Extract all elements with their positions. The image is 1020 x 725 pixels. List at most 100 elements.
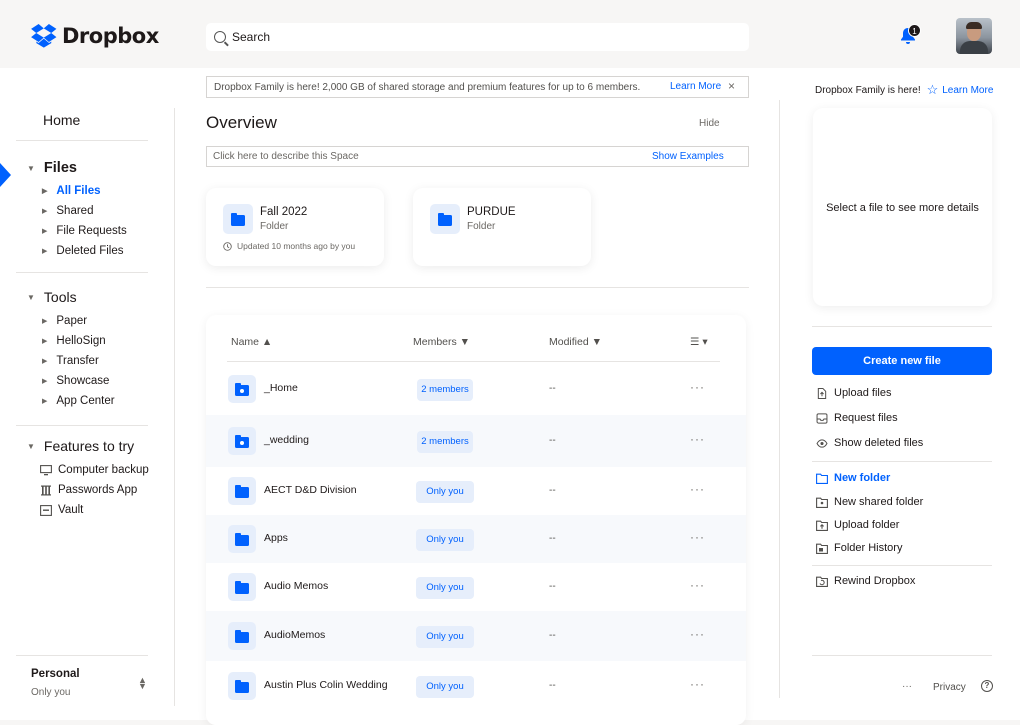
file-name[interactable]: Apps xyxy=(264,532,288,544)
request-files-action[interactable]: Request files xyxy=(816,412,898,424)
column-header-members[interactable]: Members ▼ xyxy=(413,336,470,348)
suggested-folder-card[interactable]: PURDUE Folder xyxy=(413,188,591,266)
card-folder-type: Folder xyxy=(260,221,289,232)
file-name[interactable]: AECT D&D Division xyxy=(264,484,357,496)
banner-learn-more-link[interactable]: Learn More xyxy=(670,81,721,92)
chevron-right-icon: ▶ xyxy=(42,248,48,255)
members-badge[interactable]: Only you xyxy=(416,626,474,648)
sidebar-section-files[interactable]: ▼ Files xyxy=(27,160,77,176)
sidebar-item-transfer[interactable]: ▶ Transfer xyxy=(42,355,99,367)
family-banner: Dropbox Family is here! 2,000 GB of shar… xyxy=(206,76,749,98)
account-name[interactable]: Personal xyxy=(31,668,80,680)
sidebar-item-showcase[interactable]: ▶ Showcase xyxy=(42,375,109,387)
table-row[interactable]: Austin Plus Colin Wedding Only you -- ··· xyxy=(206,661,746,711)
active-section-marker xyxy=(0,163,11,187)
suggested-folder-card[interactable]: Fall 2022 Folder Updated 10 months ago b… xyxy=(206,188,384,266)
table-row[interactable]: _wedding 2 members -- ··· xyxy=(206,415,746,467)
table-row[interactable]: Apps Only you -- ··· xyxy=(206,515,746,563)
chevron-right-icon: ▶ xyxy=(42,338,48,345)
sidebar-border xyxy=(174,108,175,706)
view-options-icon[interactable]: ☰ ▾ xyxy=(690,336,708,348)
help-icon[interactable]: ? xyxy=(981,680,993,692)
table-row[interactable]: _Home 2 members -- ··· xyxy=(206,362,746,415)
upload-files-action[interactable]: Upload files xyxy=(816,387,891,399)
new-folder-action[interactable]: New folder xyxy=(816,472,890,484)
table-row[interactable]: AECT D&D Division Only you -- ··· xyxy=(206,467,746,515)
shared-folder-icon xyxy=(816,497,828,508)
right-learn-more-link[interactable]: Learn More xyxy=(942,85,993,96)
shared-folder-icon xyxy=(228,375,256,403)
rewind-icon xyxy=(816,576,828,587)
dropbox-logo[interactable]: Dropbox xyxy=(30,24,159,48)
sidebar-item-computer-backup[interactable]: Computer backup xyxy=(40,464,149,476)
chevron-right-icon: ▶ xyxy=(42,358,48,365)
account-switcher-icon[interactable]: ▲ ▼ xyxy=(138,676,147,691)
sidebar-item-label: Deleted Files xyxy=(56,245,124,257)
monitor-icon xyxy=(40,464,52,475)
password-icon xyxy=(41,485,51,495)
action-label: Request files xyxy=(834,412,898,424)
members-badge[interactable]: Only you xyxy=(416,529,474,551)
members-badge[interactable]: Only you xyxy=(416,481,474,503)
column-header-name[interactable]: Name ▲ xyxy=(231,336,272,348)
sidebar-item-paper[interactable]: ▶ Paper xyxy=(42,315,87,327)
card-folder-type: Folder xyxy=(467,221,496,232)
more-options-icon[interactable]: ··· xyxy=(690,627,705,641)
upload-folder-action[interactable]: Upload folder xyxy=(816,519,899,531)
action-label: Folder History xyxy=(834,542,903,554)
sidebar-item-all-files[interactable]: ▶ All Files xyxy=(42,185,101,197)
members-badge[interactable]: Only you xyxy=(416,577,474,599)
sidebar-section-features[interactable]: ▼ Features to try xyxy=(27,438,134,454)
avatar[interactable] xyxy=(956,18,992,54)
sidebar-item-shared[interactable]: ▶ Shared xyxy=(42,205,93,217)
privacy-link[interactable]: Privacy xyxy=(933,682,966,693)
show-deleted-files-action[interactable]: Show deleted files xyxy=(816,437,923,449)
table-row[interactable]: AudioMemos Only you -- ··· xyxy=(206,611,746,661)
folder-icon xyxy=(223,204,253,234)
column-header-modified[interactable]: Modified ▼ xyxy=(549,336,602,348)
file-name[interactable]: Austin Plus Colin Wedding xyxy=(264,679,388,691)
sidebar-item-deleted-files[interactable]: ▶ Deleted Files xyxy=(42,245,124,257)
more-options-icon[interactable]: ··· xyxy=(690,677,705,691)
new-shared-folder-action[interactable]: New shared folder xyxy=(816,496,923,508)
more-options-icon[interactable]: ··· xyxy=(690,380,705,394)
close-icon[interactable]: × xyxy=(728,79,735,93)
file-name[interactable]: _Home xyxy=(264,382,298,394)
search-input[interactable] xyxy=(232,30,732,44)
panel-divider xyxy=(812,655,992,656)
describe-space-field[interactable]: Click here to describe this Space Show E… xyxy=(206,146,749,167)
sidebar-item-hellosign[interactable]: ▶ HelloSign xyxy=(42,335,106,347)
chevron-right-icon: ▶ xyxy=(42,228,48,235)
banner-text: Dropbox Family is here! 2,000 GB of shar… xyxy=(214,81,641,93)
members-badge[interactable]: Only you xyxy=(416,676,474,698)
search-bar[interactable] xyxy=(206,23,749,51)
sidebar-divider xyxy=(16,140,148,141)
rewind-dropbox-action[interactable]: Rewind Dropbox xyxy=(816,575,915,587)
sidebar-item-passwords-app[interactable]: Passwords App xyxy=(40,484,137,496)
table-row[interactable]: Audio Memos Only you -- ··· xyxy=(206,563,746,611)
create-new-file-button[interactable]: Create new file xyxy=(812,347,992,375)
sidebar-item-file-requests[interactable]: ▶ File Requests xyxy=(42,225,127,237)
members-badge[interactable]: 2 members xyxy=(417,379,473,401)
file-details-panel: Select a file to see more details xyxy=(813,108,992,306)
sidebar-section-tools[interactable]: ▼ Tools xyxy=(27,289,77,305)
sidebar-item-home[interactable]: Home xyxy=(43,112,80,128)
more-options-icon[interactable]: ··· xyxy=(690,432,705,446)
right-family-banner: Dropbox Family is here! ☆ Learn More xyxy=(815,82,993,98)
page-title: Overview xyxy=(206,113,277,132)
folder-history-action[interactable]: Folder History xyxy=(816,542,902,554)
sidebar-item-app-center[interactable]: ▶ App Center xyxy=(42,395,115,407)
more-options-icon[interactable]: ··· xyxy=(690,530,705,544)
show-examples-link[interactable]: Show Examples xyxy=(652,151,724,162)
sidebar-item-vault[interactable]: Vault xyxy=(40,504,83,516)
file-name[interactable]: AudioMemos xyxy=(264,629,325,641)
members-badge[interactable]: 2 members xyxy=(417,431,473,453)
hide-overview-link[interactable]: Hide xyxy=(699,118,720,129)
panel-divider xyxy=(812,461,992,462)
more-options-icon[interactable]: ··· xyxy=(690,482,705,496)
more-options-icon[interactable]: ··· xyxy=(902,681,912,692)
more-options-icon[interactable]: ··· xyxy=(690,578,705,592)
dropbox-logo-icon xyxy=(31,24,57,48)
file-name[interactable]: Audio Memos xyxy=(264,580,328,592)
file-name[interactable]: _wedding xyxy=(264,434,309,446)
